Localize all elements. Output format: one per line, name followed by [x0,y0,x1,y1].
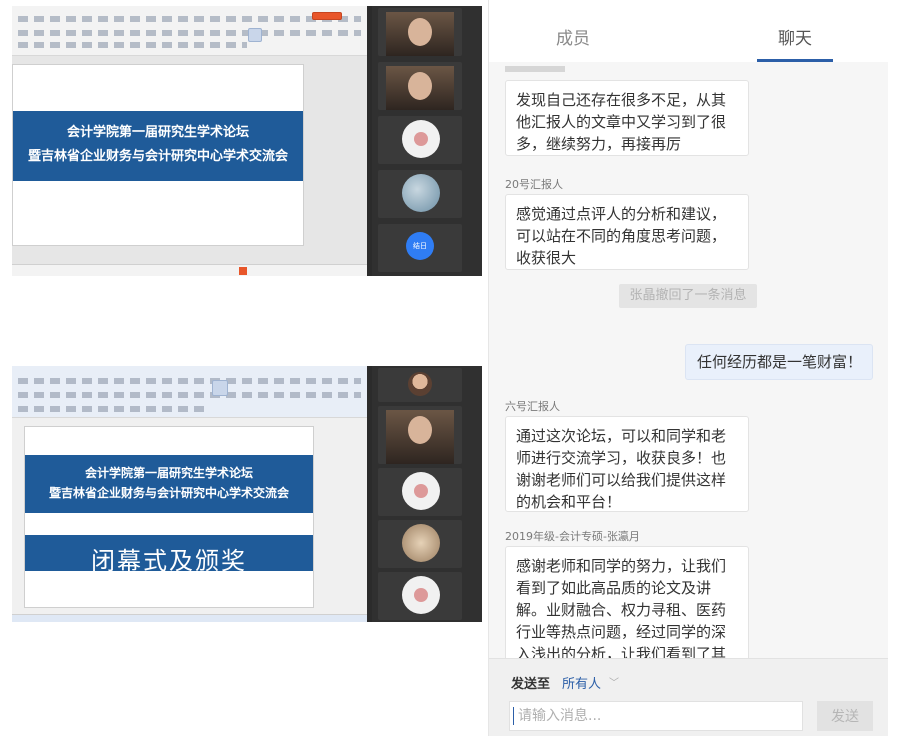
avatar [402,472,440,510]
participant-list [372,366,482,622]
record-badge [312,12,342,20]
participant-tile[interactable] [378,368,462,402]
chat-panel: 成员 聊天 发现自己还存在很多不足，从其 他汇报人的文章中又学习到了很 多，继续… [488,0,888,736]
message-input[interactable] [509,701,803,731]
message-sender: 2019年级-会计专硕-张瀛月 [505,530,640,543]
message-bubble: 发现自己还存在很多不足，从其 他汇报人的文章中又学习到了很 多，继续努力，再接再… [505,80,749,156]
participant-tile[interactable]: 结日 [378,224,462,272]
message-bubble: 感觉通过点评人的分析和建议， 可以站在不同的角度思考问题， 收获很大 [505,194,749,270]
ribbon-row-3 [18,406,207,412]
slide-banner: 会计学院第一届研究生学术论坛 暨吉林省企业财务与会计研究中心学术交流会 [13,111,303,181]
banner-line-2: 暨吉林省企业财务与会计研究中心学术交流会 [48,486,289,500]
slide-canvas: 会计学院第一届研究生学术论坛 暨吉林省企业财务与会计研究中心学术交流会 [12,56,367,266]
ribbon-row [18,378,361,384]
chat-tabs: 成员 聊天 [489,0,888,62]
avatar [402,174,440,212]
message-sender: 20号汇报人 [505,178,563,191]
meeting-screenshot-1: 会计学院第一届研究生学术论坛 暨吉林省企业财务与会计研究中心学术交流会 结日 [12,6,482,276]
participant-tile[interactable] [378,170,462,218]
ribbon-button[interactable] [212,380,228,396]
message-sender: 六号汇报人 [505,400,560,413]
status-bar [12,264,367,276]
status-indicator [239,267,247,275]
ribbon-row-2 [18,392,361,398]
message-composer: 发送至 所有人 ﹀ 发送 [489,658,888,736]
message-bubble: 通过这次论坛，可以和同学和老 师进行交流学习，收获良多！也 谢谢老师们可以给我们… [505,416,749,512]
own-message-bubble: 任何经历都是一笔财富！ [685,344,873,380]
meeting-screenshot-2: 会计学院第一届研究生学术论坛 暨吉林省企业财务与会计研究中心学术交流会 闭幕式及… [12,366,482,622]
presentation-toolbar [12,6,367,56]
send-to-label: 发送至 [511,677,551,692]
slide-canvas: 会计学院第一届研究生学术论坛 暨吉林省企业财务与会计研究中心学术交流会 闭幕式及… [12,418,367,616]
ribbon-row [18,30,361,36]
recall-notice: 张晶撤回了一条消息 [619,284,757,308]
participant-tile[interactable] [378,468,462,516]
tab-chat[interactable]: 聊天 [735,0,855,62]
tab-members-label: 成员 [556,29,590,49]
avatar [408,372,432,396]
participant-video [386,12,454,56]
slide: 会计学院第一届研究生学术论坛 暨吉林省企业财务与会计研究中心学术交流会 闭幕式及… [24,426,314,608]
presentation-toolbar [12,366,367,418]
banner-line-2: 暨吉林省企业财务与会计研究中心学术交流会 [27,149,288,164]
message-list[interactable]: 发现自己还存在很多不足，从其 他汇报人的文章中又学习到了很 多，继续努力，再接再… [489,62,888,658]
participant-tile[interactable] [378,572,462,620]
participant-tile[interactable] [378,116,462,164]
participant-video [386,66,454,110]
banner-line-1: 会计学院第一届研究生学术论坛 [84,466,253,480]
participant-tile[interactable] [378,406,462,464]
avatar [402,524,440,562]
participant-tile[interactable] [378,8,462,56]
slide: 会计学院第一届研究生学术论坛 暨吉林省企业财务与会计研究中心学术交流会 [12,64,304,246]
tab-members[interactable]: 成员 [513,0,633,62]
ribbon-row-2 [18,42,247,48]
participant-video [386,410,454,464]
message-bubble: 感谢老师和同学的努力，让我们 看到了如此高品质的论文及讲 解。业财融合、权力寻租… [505,546,749,658]
send-button[interactable]: 发送 [817,701,873,731]
chevron-down-icon[interactable]: ﹀ [609,674,619,689]
slide-title: 闭幕式及颁奖 [25,535,313,575]
avatar [402,576,440,614]
send-to-selector[interactable]: 所有人 [562,673,601,692]
status-bar [12,614,367,622]
participant-list: 结日 [372,6,482,276]
text-caret [513,707,514,725]
participant-tile[interactable] [378,62,462,110]
menu-row [18,16,361,22]
participant-tile[interactable] [378,520,462,568]
slide-banner: 会计学院第一届研究生学术论坛 暨吉林省企业财务与会计研究中心学术交流会 [25,455,313,513]
join-avatar[interactable]: 结日 [406,232,434,260]
avatar [402,120,440,158]
message-sender-truncated [505,66,565,72]
banner-line-1: 会计学院第一届研究生学术论坛 [66,125,249,140]
ribbon-button[interactable] [248,28,262,42]
